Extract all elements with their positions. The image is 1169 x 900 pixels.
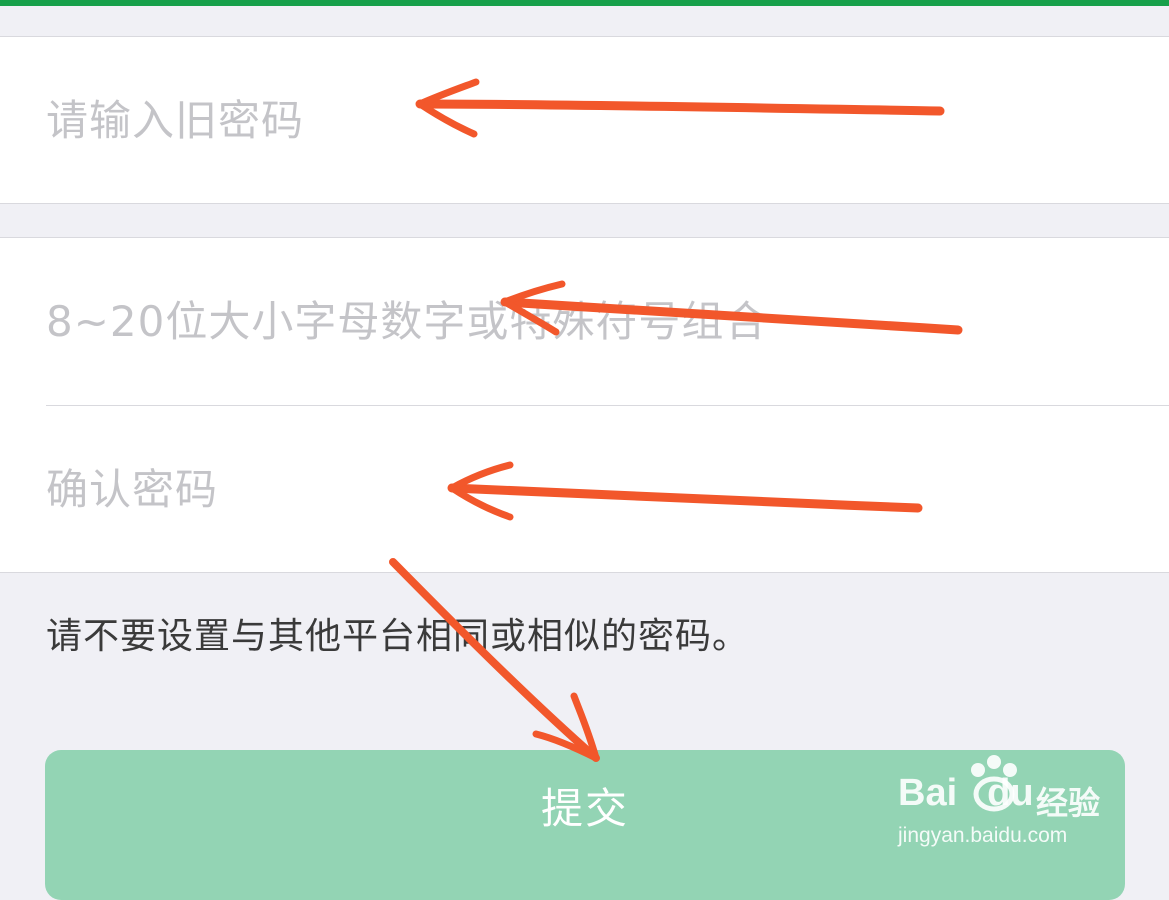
confirm-password-row[interactable] (0, 406, 1169, 573)
watermark-url: jingyan.baidu.com (898, 824, 1068, 847)
new-password-row[interactable] (0, 238, 1169, 405)
arrow-submit (389, 558, 600, 762)
top-accent-bar (0, 0, 1169, 6)
watermark-brand-bai: Bai (898, 772, 958, 814)
confirm-password-input[interactable] (46, 465, 1126, 514)
new-password-input[interactable] (46, 297, 1126, 346)
old-password-input[interactable] (46, 96, 1126, 145)
old-password-group (0, 36, 1169, 204)
new-password-group (0, 237, 1169, 573)
password-hint: 请不要设置与其他平台相同或相似的密码。 (46, 616, 750, 657)
watermark-cn: 经验 (1036, 784, 1101, 822)
baidu-jingyan-watermark: Bai du 经验 jingyan.baidu.com (898, 752, 1118, 852)
paw-icon (971, 755, 1017, 812)
old-password-row[interactable] (0, 37, 1169, 204)
